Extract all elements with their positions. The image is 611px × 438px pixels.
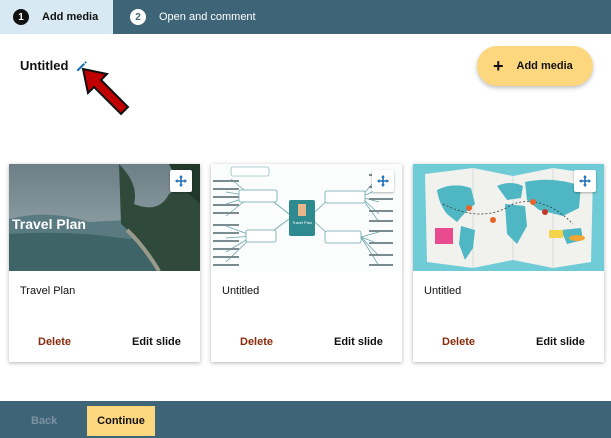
move-handle-icon[interactable] — [372, 170, 394, 192]
edit-slide-button[interactable]: Edit slide — [536, 336, 585, 348]
step-bar: 1 Add media 2 Open and comment — [0, 0, 611, 34]
step-number-2: 2 — [130, 9, 146, 25]
step-number-1: 1 — [13, 9, 29, 25]
add-media-label: Add media — [516, 60, 573, 72]
media-card-travel-plan: Travel Plan Travel Plan Delete Edit slid… — [9, 164, 200, 362]
card-thumbnail-mindmap: Travel Plan — [211, 164, 402, 271]
move-handle-icon[interactable] — [574, 170, 596, 192]
step-label-open-and-comment: Open and comment — [159, 11, 256, 23]
edit-slide-button[interactable]: Edit slide — [334, 336, 383, 348]
card-title: Travel Plan — [20, 285, 76, 297]
step-open-and-comment[interactable]: 2 Open and comment — [113, 0, 256, 34]
edit-slide-button[interactable]: Edit slide — [132, 336, 181, 348]
thumbnail-caption: Travel Plan — [291, 220, 313, 225]
thumbnail-caption: Travel Plan — [12, 216, 86, 232]
card-thumbnail-map — [413, 164, 604, 271]
step-add-media[interactable]: 1 Add media — [0, 0, 113, 34]
move-handle-icon[interactable] — [170, 170, 192, 192]
card-title: Untitled — [222, 285, 260, 297]
back-button[interactable]: Back — [31, 415, 57, 427]
red-arrow-icon — [81, 67, 130, 116]
step-label-add-media: Add media — [42, 11, 99, 23]
delete-button[interactable]: Delete — [38, 336, 71, 348]
page: 1 Add media 2 Open and comment Untitled … — [0, 0, 611, 438]
media-card-world-map: Untitled Delete Edit slide — [413, 164, 604, 362]
add-media-button[interactable]: + Add media — [477, 46, 593, 86]
continue-button[interactable]: Continue — [87, 406, 155, 436]
delete-button[interactable]: Delete — [240, 336, 273, 348]
delete-button[interactable]: Delete — [442, 336, 475, 348]
page-title: Untitled — [20, 58, 69, 73]
media-card-mindmap: Travel Plan Untitled Delete Edit slide — [211, 164, 402, 362]
card-title: Untitled — [424, 285, 462, 297]
card-thumbnail-photo: Travel Plan — [9, 164, 200, 271]
footer-bar: Back Continue — [0, 401, 611, 438]
plus-icon: + — [493, 56, 504, 76]
